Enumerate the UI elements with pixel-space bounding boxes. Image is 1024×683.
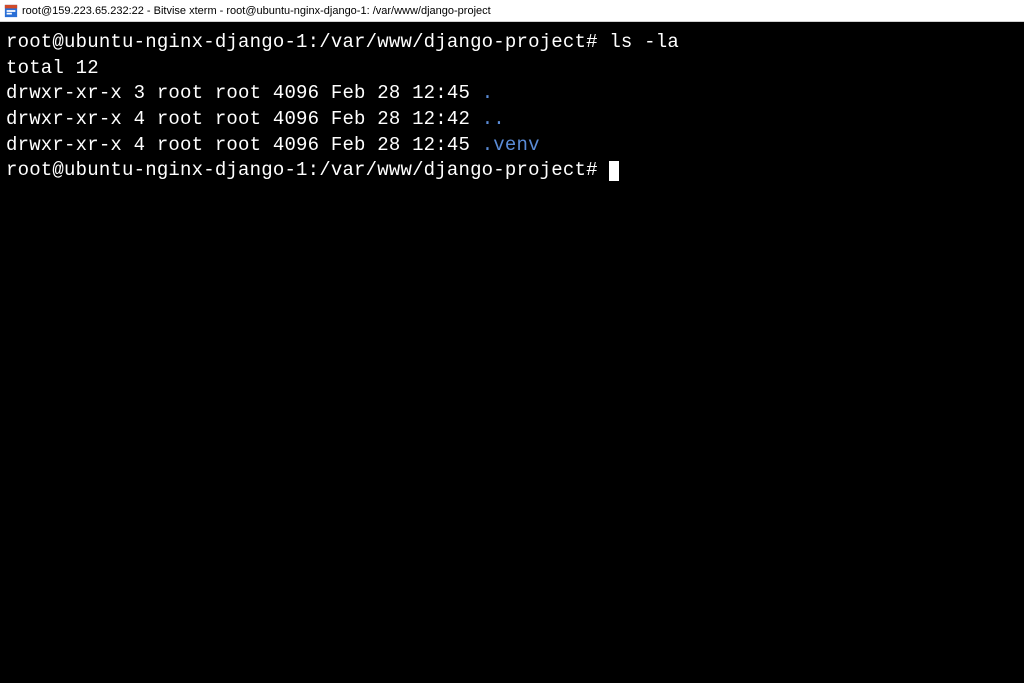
total-line: total 12 bbox=[6, 56, 1018, 82]
listing-name: .. bbox=[482, 108, 505, 130]
prompt-line: root@ubuntu-nginx-django-1:/var/www/djan… bbox=[6, 158, 1018, 184]
app-icon bbox=[4, 4, 18, 18]
window-title: root@159.223.65.232:22 - Bitvise xterm -… bbox=[22, 5, 491, 17]
listing-meta: drwxr-xr-x 4 root root 4096 Feb 28 12:45 bbox=[6, 134, 482, 156]
listing-row: drwxr-xr-x 4 root root 4096 Feb 28 12:45… bbox=[6, 133, 1018, 159]
listing-row: drwxr-xr-x 3 root root 4096 Feb 28 12:45… bbox=[6, 81, 1018, 107]
listing-row: drwxr-xr-x 4 root root 4096 Feb 28 12:42… bbox=[6, 107, 1018, 133]
window-titlebar[interactable]: root@159.223.65.232:22 - Bitvise xterm -… bbox=[0, 0, 1024, 22]
listing-name: .venv bbox=[482, 134, 540, 156]
cursor bbox=[609, 161, 619, 181]
shell-prompt: root@ubuntu-nginx-django-1:/var/www/djan… bbox=[6, 159, 598, 181]
listing-meta: drwxr-xr-x 4 root root 4096 Feb 28 12:42 bbox=[6, 108, 482, 130]
terminal-area[interactable]: root@ubuntu-nginx-django-1:/var/www/djan… bbox=[0, 22, 1024, 683]
command-text: ls -la bbox=[609, 31, 679, 53]
listing-name: . bbox=[482, 82, 494, 104]
command-line: root@ubuntu-nginx-django-1:/var/www/djan… bbox=[6, 30, 1018, 56]
shell-prompt: root@ubuntu-nginx-django-1:/var/www/djan… bbox=[6, 31, 598, 53]
listing-meta: drwxr-xr-x 3 root root 4096 Feb 28 12:45 bbox=[6, 82, 482, 104]
